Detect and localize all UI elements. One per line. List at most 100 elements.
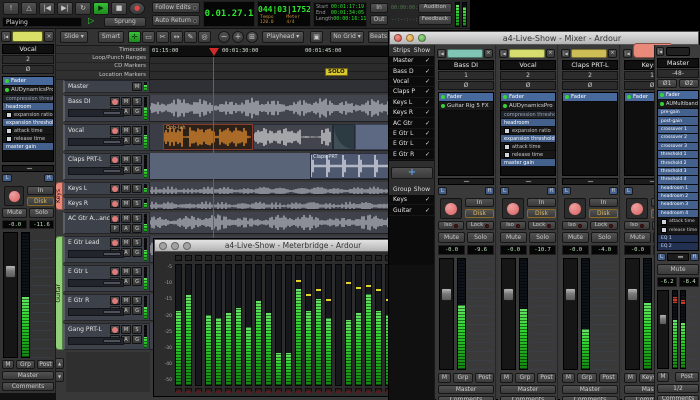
meter-rec-button[interactable]: [235, 255, 242, 261]
strip-phase-button[interactable]: Ø: [500, 81, 556, 90]
record-arm-button[interactable]: [564, 198, 586, 219]
auto-return-toggle[interactable]: Auto Return: [152, 15, 200, 26]
plugin-param[interactable]: compression threshold: [3, 95, 53, 103]
track-header[interactable]: E Gtr Lead M S P A G: [63, 236, 150, 263]
processor-box[interactable]: FaderGuitar Rig 5 FX: [438, 92, 494, 176]
record-enable-button[interactable]: [110, 238, 120, 247]
plugin-param[interactable]: crossover 2: [658, 134, 698, 142]
pan-left-button[interactable]: L: [624, 187, 633, 195]
monitor-disk-button[interactable]: Disk: [527, 209, 556, 218]
meter-rec-button[interactable]: [205, 255, 212, 261]
track-header[interactable]: Keys L M S: [63, 182, 150, 195]
strip-input-button[interactable]: 2: [500, 71, 556, 80]
comments-button[interactable]: Comments: [438, 396, 494, 400]
strip-list-item[interactable]: Master✓: [389, 56, 434, 66]
meter-point-button[interactable]: Post: [537, 373, 556, 383]
save-button[interactable]: ▣: [310, 31, 323, 43]
solo-iso-button[interactable]: Iso: [562, 221, 588, 230]
meter-rec-button[interactable]: [225, 255, 232, 261]
gain-display[interactable]: -0.0: [500, 245, 527, 255]
pan-right-button[interactable]: R: [44, 174, 54, 182]
track-name[interactable]: E Gtr L: [68, 268, 88, 275]
group-button[interactable]: G: [132, 248, 142, 257]
track-gain-slider[interactable]: [68, 109, 124, 117]
mute-button[interactable]: M: [121, 214, 131, 223]
solo-iso-button[interactable]: Iso: [500, 221, 526, 230]
plugin-param[interactable]: EQ 2: [658, 243, 698, 251]
track-header[interactable]: Master M: [63, 80, 150, 93]
solo-lock-button[interactable]: Lock: [590, 221, 618, 230]
processor-box[interactable]: Fader: [562, 92, 618, 176]
plugin-param[interactable]: threshold 1: [658, 151, 698, 159]
fader-track[interactable]: [501, 258, 516, 370]
fader-track[interactable]: [3, 232, 18, 358]
group-button[interactable]: Grp: [16, 360, 35, 369]
ruler-label[interactable]: Location Markers: [56, 71, 149, 79]
solo-button[interactable]: Solo: [467, 232, 494, 243]
meter-name-button[interactable]: [365, 388, 372, 393]
vocal-region-take[interactable]: [253, 124, 333, 150]
zoom-button[interactable]: [418, 34, 426, 42]
meter-name-button[interactable]: [205, 388, 212, 393]
mute-button[interactable]: M: [121, 238, 131, 247]
meter-point-button[interactable]: Post: [599, 373, 618, 383]
track-name[interactable]: E Gtr Lead: [68, 239, 100, 246]
solo-button[interactable]: S: [132, 296, 142, 305]
plugin-param[interactable]: expansion threshold: [501, 135, 555, 143]
zoom-out-button[interactable]: −: [218, 31, 230, 43]
mute-button[interactable]: M: [121, 199, 131, 208]
processor-row[interactable]: AUDynamicsPro: [501, 102, 555, 111]
track-header[interactable]: E Gtr L M S P A G: [63, 265, 150, 292]
record-enable-button[interactable]: [110, 214, 120, 223]
meter-rec-button[interactable]: [275, 255, 282, 261]
track-header[interactable]: Keys R M S: [63, 197, 150, 210]
meter-rec-button[interactable]: [315, 255, 322, 261]
track-name[interactable]: E Gtr R: [68, 297, 89, 304]
meter-rec-button[interactable]: [175, 255, 182, 261]
metering-button[interactable]: M: [500, 373, 513, 383]
meter-rec-button[interactable]: [195, 255, 202, 261]
record-arm-button[interactable]: [4, 186, 24, 206]
metering-button[interactable]: M: [438, 373, 451, 383]
meter-name-button[interactable]: [275, 388, 282, 393]
punch-in-button[interactable]: In: [370, 3, 388, 13]
record-arm-button[interactable]: [626, 198, 648, 219]
peak-display[interactable]: -11.6: [29, 220, 54, 229]
monitor-input-button[interactable]: In: [589, 198, 618, 207]
strip-close-button[interactable]: ×: [546, 49, 555, 58]
strip-hide-button[interactable]: |◀: [499, 49, 508, 58]
minimize-button[interactable]: [171, 242, 179, 250]
meter-name-button[interactable]: [265, 388, 272, 393]
strip-input-button[interactable]: 1: [438, 71, 494, 80]
track-header[interactable]: Bass DI M S P A G: [63, 95, 150, 122]
meter-name-button[interactable]: [175, 388, 182, 393]
transport-button[interactable]: ●: [129, 2, 145, 15]
comments-button[interactable]: Comments: [657, 395, 699, 400]
strip-phase-button[interactable]: Ø: [562, 81, 618, 90]
solo-lock-button[interactable]: Lock: [528, 221, 556, 230]
record-enable-button[interactable]: [110, 325, 120, 334]
gain-display[interactable]: -0.0: [624, 245, 651, 255]
shuttle-mode-button[interactable]: Sprung: [104, 17, 146, 27]
plugin-param[interactable]: expansion ratio: [501, 127, 555, 135]
record-enable-button[interactable]: [110, 155, 120, 164]
track-name[interactable]: Claps PRT-L: [68, 156, 102, 163]
output-button[interactable]: Master: [562, 385, 618, 394]
peak-display[interactable]: -9.6: [467, 245, 494, 255]
strip-phase-button[interactable]: Ø: [438, 81, 494, 90]
meter-rec-button[interactable]: [375, 255, 382, 261]
phase-2-button[interactable]: Ø2: [679, 79, 699, 88]
meterbridge-titlebar[interactable]: a4-Live-Show - Meterbridge - Ardour: [154, 239, 396, 252]
pan-left-button[interactable]: L: [2, 174, 12, 182]
mute-button[interactable]: Mute: [624, 232, 651, 243]
processor-row[interactable]: Guitar Rig 5 FX: [439, 102, 493, 111]
automation-button[interactable]: A: [121, 224, 131, 233]
mute-button[interactable]: Mute: [562, 232, 589, 243]
edit-tool-button[interactable]: ✂: [156, 31, 169, 43]
processor-row[interactable]: Fader: [439, 93, 493, 102]
plugin-param[interactable]: attack time: [501, 143, 555, 151]
plugin-param[interactable]: headroom 3: [658, 201, 698, 209]
solo-button[interactable]: S: [132, 267, 142, 276]
meter-name-button[interactable]: [345, 388, 352, 393]
strip-sub-button[interactable]: -48-: [657, 69, 699, 78]
